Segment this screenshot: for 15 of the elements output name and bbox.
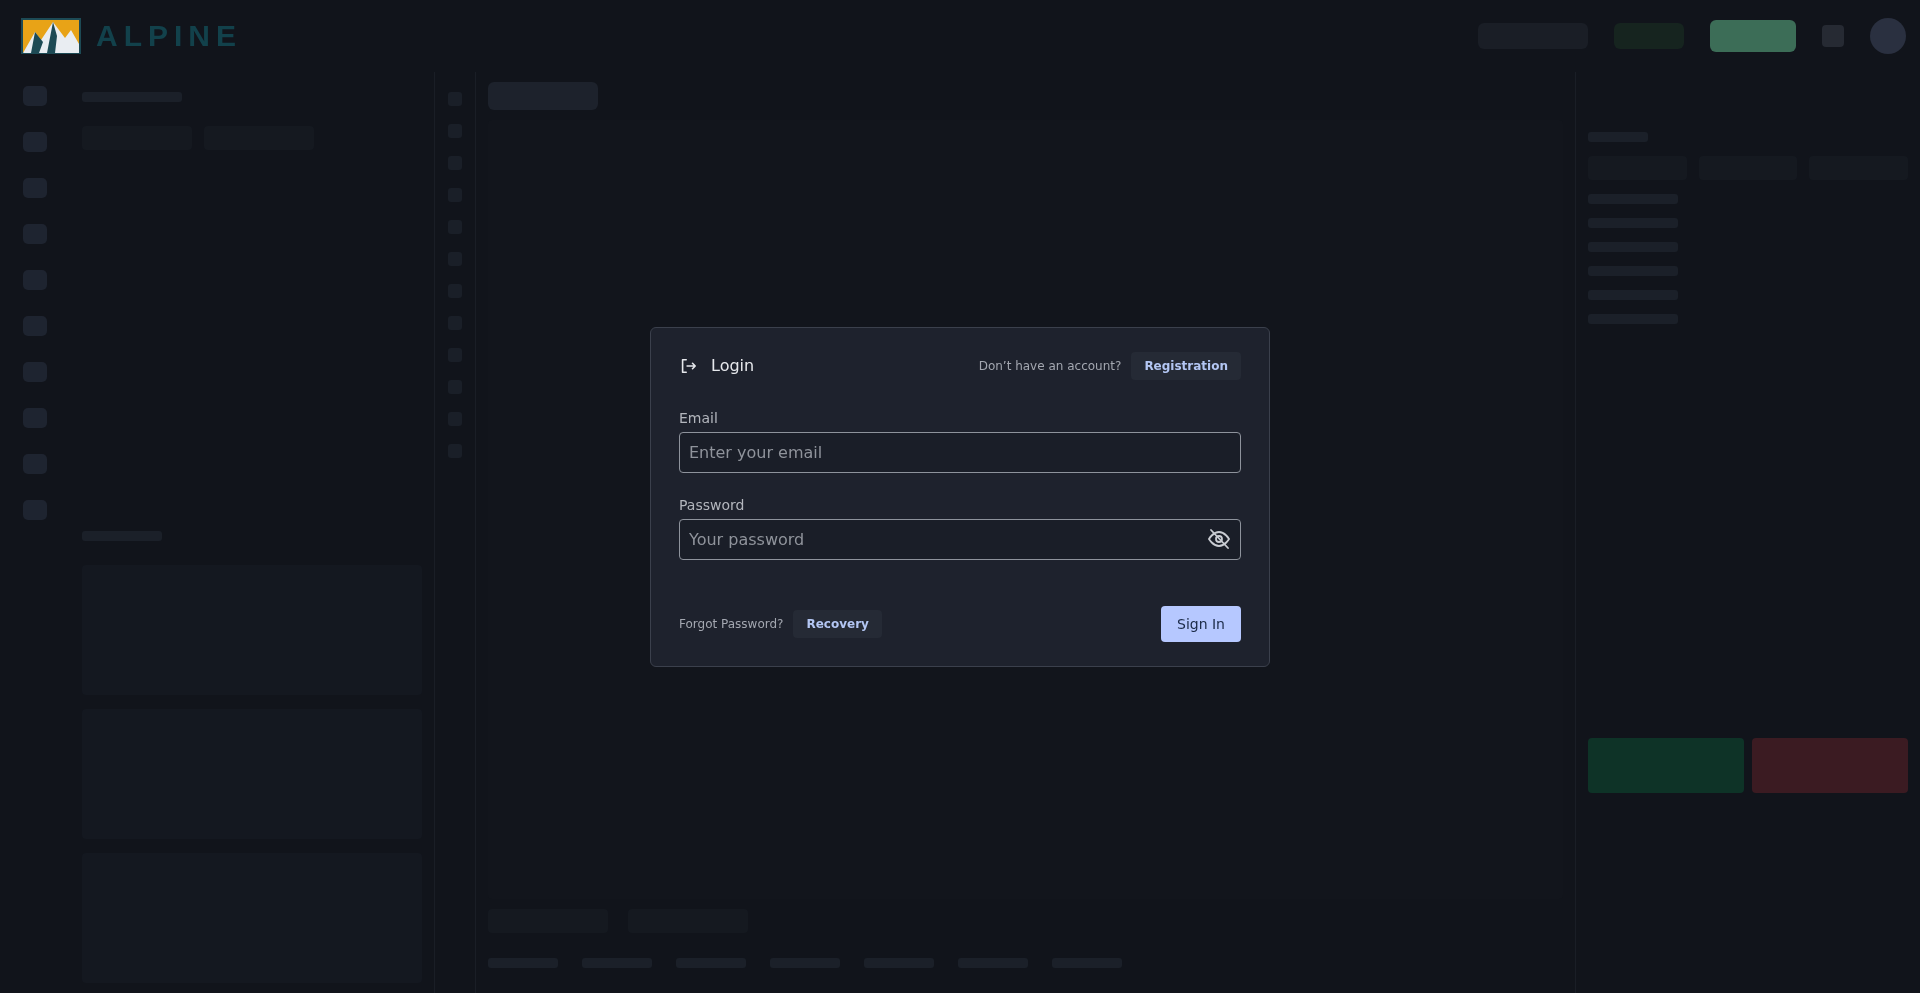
email-field[interactable]: Enter your email	[679, 431, 1241, 473]
register-prompt: Don’t have an account?	[978, 358, 1122, 373]
login-icon	[679, 356, 697, 375]
registration-button[interactable]: Registration	[1131, 351, 1241, 380]
sign-in-button[interactable]: Sign In	[1161, 605, 1241, 642]
forgot-password-prompt: Forgot Password?	[679, 616, 784, 631]
password-field[interactable]: Your password	[679, 518, 1241, 560]
recovery-button[interactable]: Recovery	[793, 609, 882, 638]
deposit-button[interactable]	[1710, 20, 1796, 52]
dialog-title: Login	[711, 356, 755, 375]
field-label: Email	[679, 409, 719, 426]
eye-off-icon[interactable]	[1207, 526, 1231, 551]
mountain-logo-icon	[20, 18, 82, 54]
field-label: Password	[679, 496, 746, 513]
avatar-icon[interactable]	[1870, 18, 1906, 54]
